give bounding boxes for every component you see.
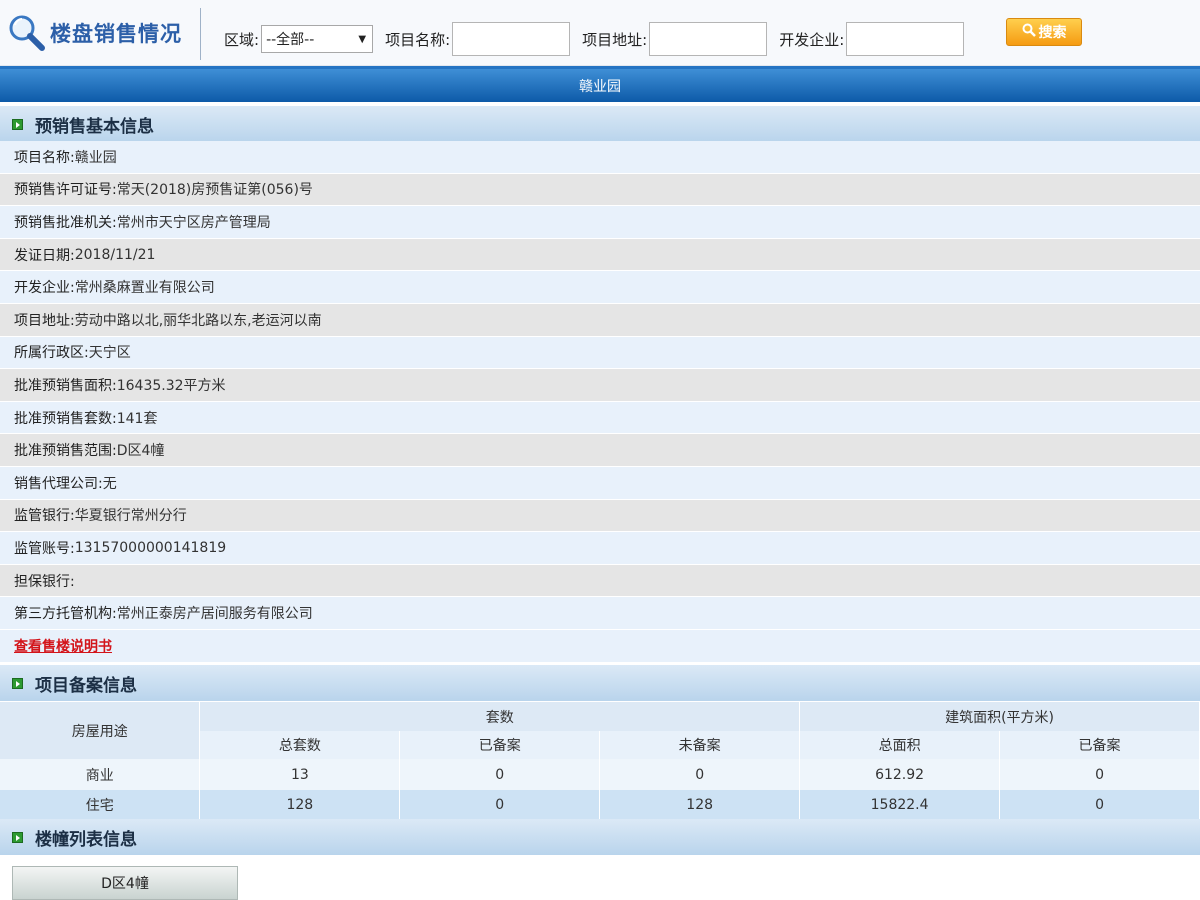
search-icon (1022, 23, 1039, 41)
table-cell: 0 (599, 759, 801, 790)
column-header: 未备案 (599, 731, 801, 759)
area-group-header: 建筑面积(平方米) (799, 702, 1200, 731)
info-row-approved-units: 批准预销售套数: 141套 (0, 401, 1200, 435)
info-row-developer: 开发企业: 常州桑麻置业有限公司 (0, 271, 1200, 304)
arrow-bullet-icon (12, 677, 23, 689)
table-header-row: 房屋用途 套数 建筑面积(平方米) (0, 702, 1200, 759)
chevron-down-icon: ▼ (358, 33, 367, 45)
project-title-bar: 赣业园 (0, 66, 1200, 102)
page-title: 楼盘销售情况 (50, 22, 182, 46)
developer-input[interactable] (846, 22, 965, 56)
table-cell: 128 (599, 790, 801, 820)
table-cell: 612.92 (799, 759, 1001, 790)
table-cell: 0 (999, 790, 1200, 820)
info-row-approved-area: 批准预销售面积: 16435.32平方米 (0, 369, 1200, 402)
column-header: 已备案 (999, 731, 1200, 759)
record-section-header: 项目备案信息 (0, 665, 1200, 701)
project-address-input[interactable] (649, 22, 768, 56)
info-row-approval-authority: 预销售批准机关: 常州市天宁区房产管理局 (0, 206, 1200, 239)
search-button-label: 搜索 (1038, 25, 1067, 41)
info-row-sales-agent: 销售代理公司: 无 (0, 466, 1200, 500)
header-divider (200, 8, 201, 60)
developer-label: 开发企业: (779, 30, 845, 49)
info-row-guarantee-bank: 担保银行: (0, 564, 1200, 598)
record-section-title: 项目备案信息 (35, 675, 137, 696)
info-row-issue-date: 发证日期: 2018/11/21 (0, 238, 1200, 272)
table-cell: 0 (399, 790, 601, 820)
info-row-approved-scope: 批准预销售范围: D区4幢 (0, 434, 1200, 467)
column-header: 总面积 (799, 731, 1001, 759)
info-row-escrow-agency: 第三方托管机构: 常州正泰房产居间服务有限公司 (0, 597, 1200, 630)
building-button-label: D区4幢 (101, 876, 149, 892)
brand: 楼盘销售情况 (6, 10, 182, 56)
presale-section-header: 预销售基本信息 (0, 106, 1200, 142)
building-section-title: 楼幢列表信息 (35, 829, 137, 850)
sales-brochure-row: 查看售楼说明书 (0, 629, 1200, 662)
table-cell: 13 (199, 759, 401, 790)
usage-header: 房屋用途 (0, 702, 201, 759)
table-cell: 0 (999, 759, 1200, 790)
building-button-d4[interactable]: D区4幢 (12, 866, 238, 900)
magnifier-icon (6, 12, 48, 54)
info-row-district: 所属行政区: 天宁区 (0, 336, 1200, 370)
search-button[interactable]: 搜索 (1006, 18, 1082, 46)
record-table: 房屋用途 套数 建筑面积(平方米) 总套数 已备案 未备案 总面积 已备案 商业… (0, 702, 1200, 820)
table-cell: 住宅 (0, 790, 201, 820)
info-row-supervising-bank: 监管银行: 华夏银行常州分行 (0, 499, 1200, 533)
region-select[interactable]: --全部-- ▼ (261, 25, 374, 53)
presale-section-title: 预销售基本信息 (35, 116, 154, 137)
region-select-value: --全部-- (266, 32, 315, 48)
project-address-label: 项目地址: (582, 30, 648, 49)
table-row: 商业 13 0 0 612.92 0 (0, 759, 1200, 790)
project-name-input[interactable] (452, 22, 571, 56)
presale-info-list: 项目名称: 赣业园 预销售许可证号: 常天(2018)房预售证第(056)号 预销售… (0, 141, 1200, 662)
column-header: 总套数 (199, 731, 401, 759)
building-section-header: 楼幢列表信息 (0, 819, 1200, 855)
region-label: 区域: (224, 30, 260, 49)
info-row-address: 项目地址: 劳动中路以北,丽华北路以东,老运河以南 (0, 303, 1200, 337)
table-cell: 15822.4 (799, 790, 1001, 820)
search-header: 楼盘销售情况 区域: --全部-- ▼ 项目名称: 项目地址: 开发企业: 搜索 (0, 0, 1200, 66)
table-cell: 0 (399, 759, 601, 790)
column-header: 已备案 (399, 731, 601, 759)
project-name-label: 项目名称: (385, 30, 451, 49)
sales-brochure-link[interactable]: 查看售楼说明书 (14, 636, 112, 656)
filter-bar: 区域: --全部-- ▼ 项目名称: 项目地址: 开发企业: (224, 22, 976, 56)
table-row: 住宅 128 0 128 15822.4 0 (0, 790, 1200, 820)
project-title: 赣业园 (579, 78, 621, 95)
info-row-permit-number: 预销售许可证号: 常天(2018)房预售证第(056)号 (0, 173, 1200, 207)
table-cell: 商业 (0, 759, 201, 790)
units-group-header: 套数 (199, 702, 801, 731)
info-row-supervising-account: 监管账号: 13157000000141819 (0, 532, 1200, 565)
info-row-project-name: 项目名称: 赣业园 (0, 141, 1200, 174)
table-cell: 128 (199, 790, 401, 820)
arrow-bullet-icon (12, 831, 23, 843)
arrow-bullet-icon (12, 118, 23, 130)
